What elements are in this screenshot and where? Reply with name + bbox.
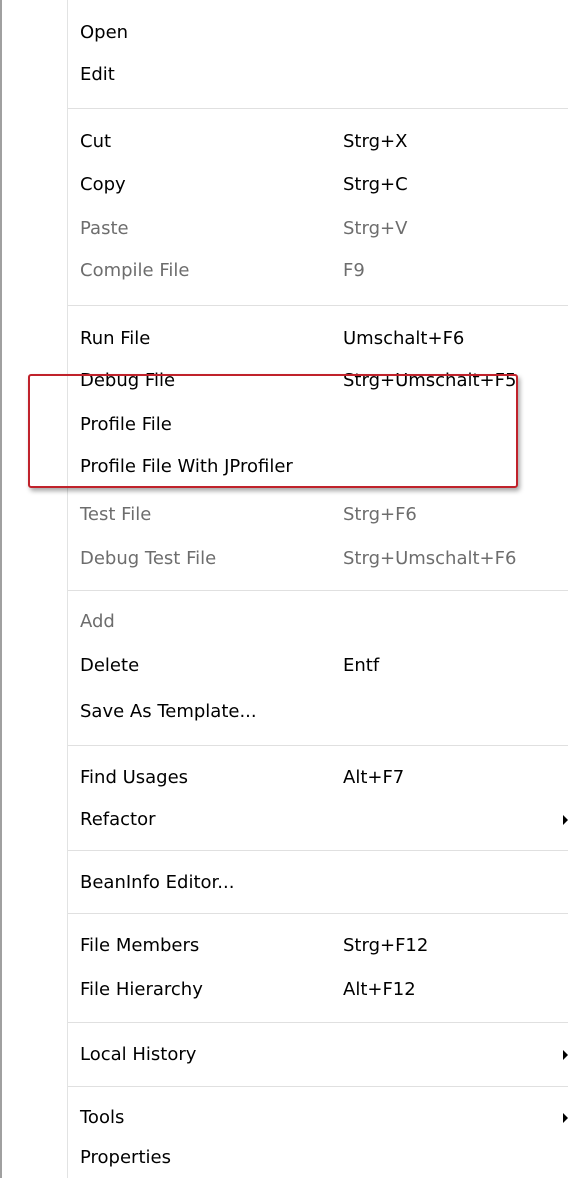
menu-item-debug-test-file[interactable]: Debug Test File Strg+Umschalt+F6 <box>80 537 568 581</box>
menu-item-delete[interactable]: Delete Entf <box>80 644 568 688</box>
menu-item-shortcut: Strg+Umschalt+F6 <box>343 548 517 569</box>
menu-separator <box>68 108 568 110</box>
menu-item-paste[interactable]: Paste Strg+V <box>80 207 568 251</box>
menu-item-beaninfo-editor[interactable]: BeanInfo Editor... <box>80 861 568 905</box>
menu-item-debug-file[interactable]: Debug File Strg+Umschalt+F5 <box>80 359 568 403</box>
menu-item-label: Debug Test File <box>80 548 217 569</box>
menu-item-label: Find Usages <box>80 767 189 788</box>
menu-item-label: Delete <box>80 655 140 676</box>
menu-item-properties[interactable]: Properties <box>80 1136 568 1180</box>
menu-item-label: Refactor <box>80 809 156 830</box>
menu-item-label: Run File <box>80 328 151 349</box>
menu-separator <box>68 590 568 592</box>
menu-item-label: Edit <box>80 64 115 85</box>
menu-item-shortcut: F9 <box>343 260 365 281</box>
menu-item-label: Cut <box>80 131 112 152</box>
menu-separator <box>68 305 568 307</box>
menu-item-label: File Members <box>80 935 200 956</box>
menu-item-run-file[interactable]: Run File Umschalt+F6 <box>80 317 568 361</box>
menu-item-label: Profile File With JProfiler <box>80 456 293 477</box>
menu-item-test-file[interactable]: Test File Strg+F6 <box>80 493 568 537</box>
menu-item-local-history[interactable]: Local History <box>80 1033 568 1077</box>
menu-item-label: Debug File <box>80 370 176 391</box>
menu-item-profile-file-with-jprofiler[interactable]: Profile File With JProfiler <box>80 445 568 489</box>
menu-item-file-members[interactable]: File Members Strg+F12 <box>80 924 568 968</box>
submenu-arrow-icon <box>563 815 568 825</box>
menu-item-label: Paste <box>80 218 129 239</box>
menu-item-label: Local History <box>80 1044 197 1065</box>
menu-item-label: BeanInfo Editor... <box>80 872 235 893</box>
menu-item-edit[interactable]: Edit <box>80 53 568 97</box>
menu-item-shortcut: Strg+F12 <box>343 935 429 956</box>
menu-item-copy[interactable]: Copy Strg+C <box>80 163 568 207</box>
menu-left-border <box>0 0 2 1178</box>
menu-item-open[interactable]: Open <box>80 11 568 55</box>
menu-item-label: Compile File <box>80 260 190 281</box>
menu-item-tools[interactable]: Tools <box>80 1096 568 1140</box>
menu-item-add[interactable]: Add <box>80 600 568 644</box>
menu-separator <box>68 745 568 747</box>
menu-item-save-as-template[interactable]: Save As Template... <box>80 690 568 734</box>
menu-item-shortcut: Alt+F12 <box>343 979 416 1000</box>
menu-item-label: Open <box>80 22 129 43</box>
menu-item-shortcut: Strg+F6 <box>343 504 417 525</box>
menu-item-label: Save As Template... <box>80 701 257 722</box>
context-menu: Open Edit Cut Strg+X Copy Strg+C Paste S… <box>0 0 568 1178</box>
menu-item-label: File Hierarchy <box>80 979 203 1000</box>
menu-item-cut[interactable]: Cut Strg+X <box>80 120 568 164</box>
menu-item-find-usages[interactable]: Find Usages Alt+F7 <box>80 756 568 800</box>
menu-item-refactor[interactable]: Refactor <box>80 798 568 842</box>
menu-separator <box>68 913 568 915</box>
menu-item-shortcut: Strg+X <box>343 131 408 152</box>
menu-item-shortcut: Strg+Umschalt+F5 <box>343 370 517 391</box>
menu-icon-gutter-divider <box>67 0 68 1178</box>
menu-item-profile-file[interactable]: Profile File <box>80 403 568 447</box>
submenu-arrow-icon <box>563 1113 568 1123</box>
submenu-arrow-icon <box>563 1050 568 1060</box>
menu-item-label: Add <box>80 611 115 632</box>
menu-item-label: Copy <box>80 174 126 195</box>
menu-item-file-hierarchy[interactable]: File Hierarchy Alt+F12 <box>80 968 568 1012</box>
menu-separator <box>68 850 568 852</box>
menu-item-label: Profile File <box>80 414 172 435</box>
menu-item-label: Test File <box>80 504 152 525</box>
menu-separator <box>68 1086 568 1088</box>
menu-item-shortcut: Entf <box>343 655 380 676</box>
menu-item-shortcut: Strg+C <box>343 174 408 195</box>
menu-item-label: Properties <box>80 1147 171 1168</box>
menu-item-compile-file[interactable]: Compile File F9 <box>80 249 568 293</box>
menu-item-shortcut: Strg+V <box>343 218 408 239</box>
menu-item-label: Tools <box>80 1107 125 1128</box>
menu-separator <box>68 1022 568 1024</box>
menu-item-shortcut: Umschalt+F6 <box>343 328 465 349</box>
menu-item-shortcut: Alt+F7 <box>343 767 405 788</box>
